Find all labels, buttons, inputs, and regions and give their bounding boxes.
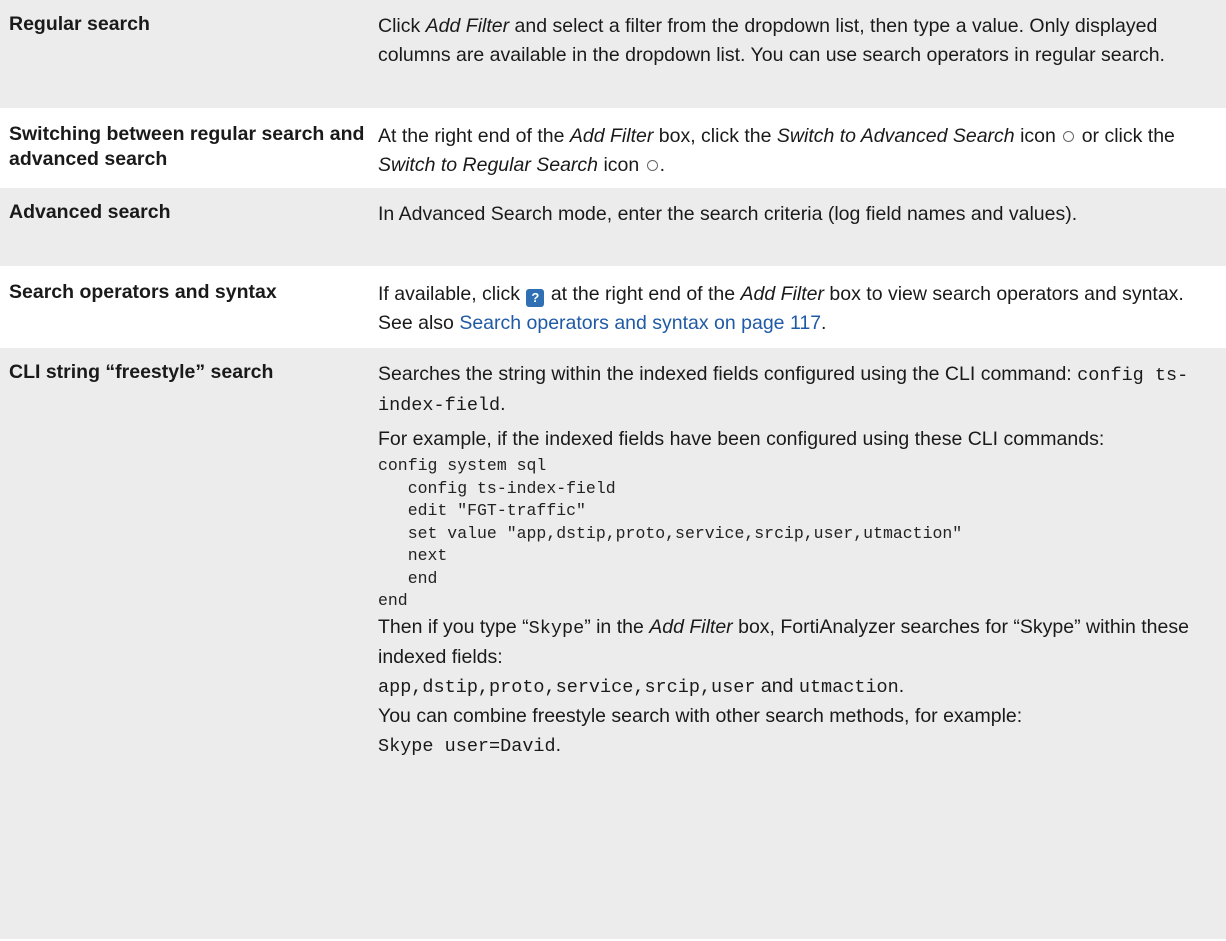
paragraph: For example, if the indexed fields have … <box>378 428 1105 450</box>
row-label: Advanced search <box>9 201 171 223</box>
inline-code: utmaction <box>798 676 899 698</box>
row-description: Click Add Filter and select a filter fro… <box>378 0 1226 108</box>
text: . <box>659 154 666 176</box>
row-description: At the right end of the Add Filter box, … <box>378 110 1226 186</box>
text: . <box>500 393 506 415</box>
text: If available, click <box>378 283 526 305</box>
paragraph: Searches the string within the indexed f… <box>378 360 1220 420</box>
row-label: Regular search <box>9 13 150 35</box>
table-row-switching: Switching between regular search and adv… <box>0 110 1226 188</box>
text: You can combine freestyle search with ot… <box>378 704 1023 727</box>
paragraph: Then if you type “Skype” in the Add Filt… <box>378 613 1220 672</box>
text: and <box>755 674 799 697</box>
paragraph: You can combine freestyle search with ot… <box>378 702 1220 761</box>
row-description: Searches the string within the indexed f… <box>378 348 1226 939</box>
text: . <box>898 674 905 697</box>
regular-search-icon <box>646 160 658 171</box>
table-row-cli-freestyle: CLI string “freestyle” search Searches t… <box>0 348 1226 941</box>
table-row-regular-search: Regular search Click Add Filter and sele… <box>0 0 1226 110</box>
emphasis-add-filter: Add Filter <box>649 615 733 638</box>
help-icon[interactable]: ? <box>526 289 545 307</box>
text: at the right end of the <box>545 283 741 305</box>
row-description: In Advanced Search mode, enter the searc… <box>378 203 1078 225</box>
text: icon <box>598 154 640 176</box>
code-block: config system sql config ts-index-field … <box>378 456 963 610</box>
emphasis-switch-advanced: Switch to Advanced Search <box>776 125 1015 147</box>
emphasis-add-filter: Add Filter <box>425 15 510 37</box>
paragraph: app,dstip,proto,service,srcip,user and u… <box>378 672 1220 702</box>
row-label: Switching between regular search and adv… <box>9 123 365 170</box>
text: box, click the <box>653 125 777 147</box>
row-description: If available, click ? at the right end o… <box>378 268 1226 346</box>
text: Click <box>378 15 426 37</box>
inline-code: Skype <box>528 617 585 639</box>
emphasis-add-filter: Add Filter <box>569 125 654 147</box>
table-row-advanced-search: Advanced search In Advanced Search mode,… <box>0 188 1226 268</box>
emphasis-switch-regular: Switch to Regular Search <box>378 154 599 176</box>
text: Searches the string within the indexed f… <box>378 363 1078 385</box>
text: . <box>555 733 562 756</box>
search-options-table: Regular search Click Add Filter and sele… <box>0 0 1226 941</box>
text: At the right end of the <box>378 125 570 147</box>
inline-code: Skype user=David <box>378 735 556 757</box>
table-row-search-operators: Search operators and syntax If available… <box>0 268 1226 348</box>
text: icon <box>1014 125 1056 147</box>
text: or click the <box>1076 125 1175 147</box>
inline-code: app,dstip,proto,service,srcip,user <box>378 676 756 698</box>
search-operators-link[interactable]: Search operators and syntax on page 117 <box>459 312 821 334</box>
emphasis-add-filter: Add Filter <box>740 283 824 305</box>
advanced-search-icon <box>1063 131 1075 142</box>
row-label: CLI string “freestyle” search <box>9 361 274 383</box>
text: . <box>821 312 827 334</box>
text: Then if you type “ <box>378 615 529 638</box>
row-label: Search operators and syntax <box>9 281 277 303</box>
text: ” in the <box>584 615 650 638</box>
